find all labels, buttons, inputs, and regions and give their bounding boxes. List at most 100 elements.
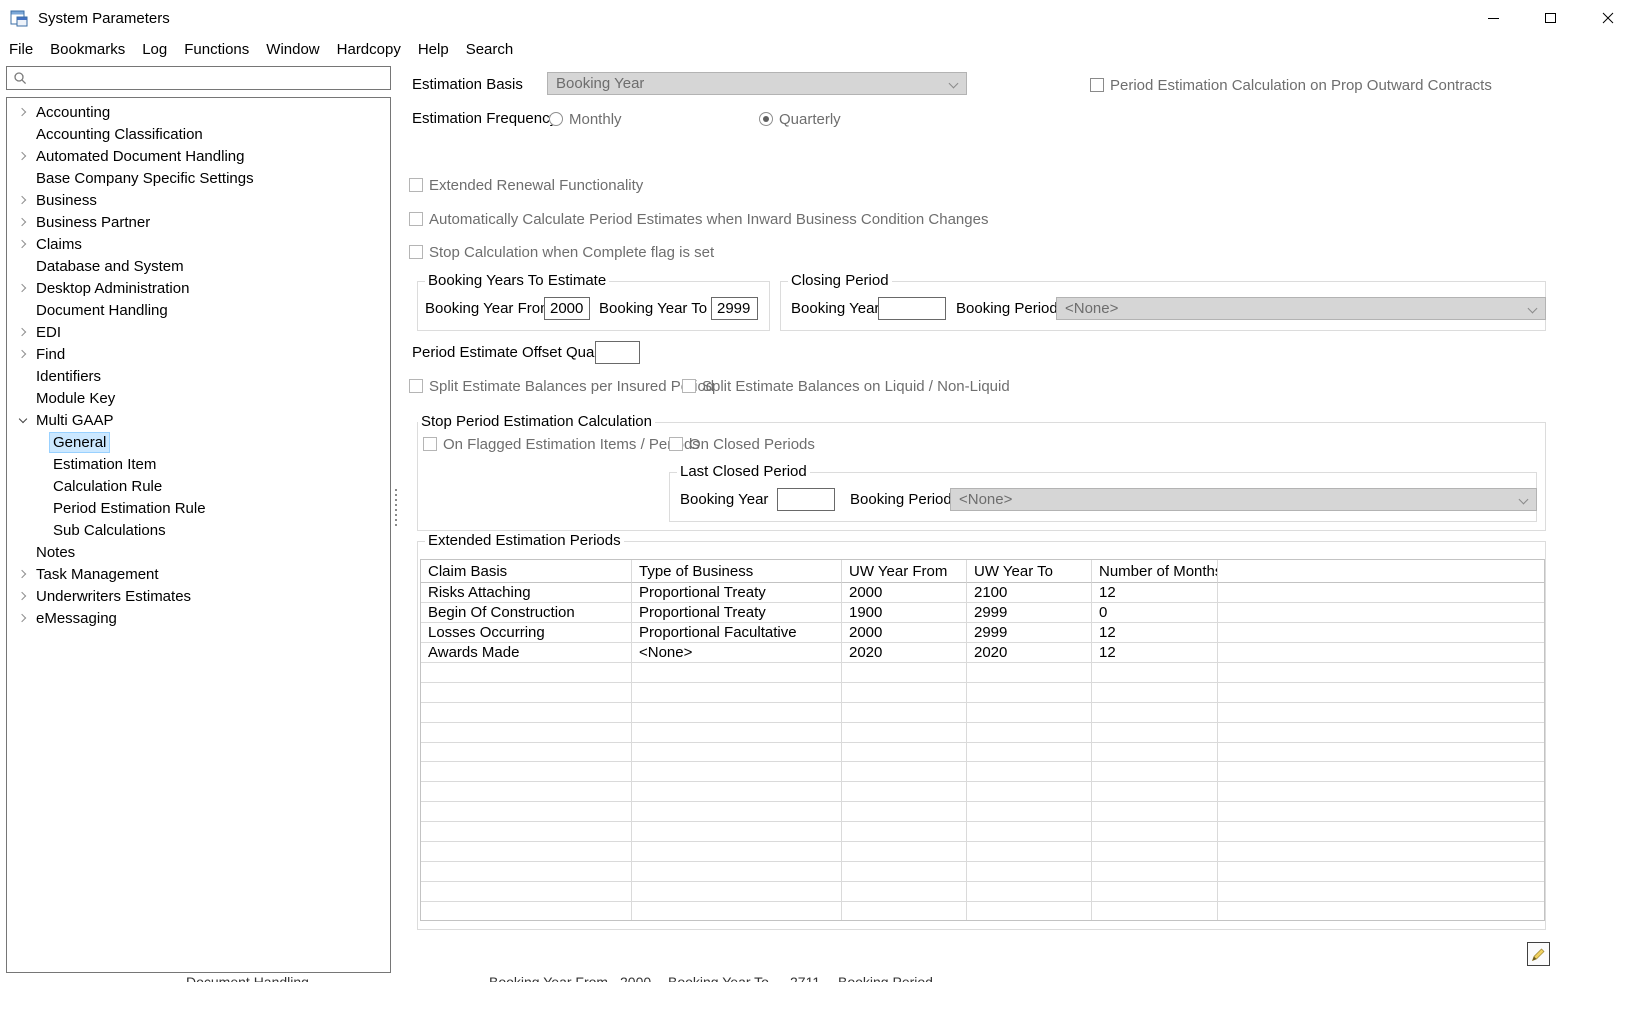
- table-cell[interactable]: [967, 822, 1092, 842]
- table-cell[interactable]: [842, 802, 967, 822]
- table-cell[interactable]: [1092, 802, 1218, 822]
- table-cell[interactable]: [1092, 842, 1218, 862]
- on-flagged-checkbox-row[interactable]: On Flagged Estimation Items / Periods: [423, 436, 700, 452]
- table-cell[interactable]: 2020: [842, 643, 967, 663]
- table-cell[interactable]: [842, 723, 967, 743]
- table-cell[interactable]: [632, 743, 842, 763]
- menu-window[interactable]: Window: [266, 41, 319, 58]
- tree-item-automated-document-handling[interactable]: Automated Document Handling: [7, 145, 390, 167]
- table-cell[interactable]: 1900: [842, 603, 967, 623]
- tree-item-notes[interactable]: Notes: [7, 541, 390, 563]
- menu-bookmarks[interactable]: Bookmarks: [50, 41, 125, 58]
- table-cell[interactable]: [1092, 663, 1218, 683]
- close-button[interactable]: [1579, 0, 1636, 36]
- table-cell[interactable]: [1092, 723, 1218, 743]
- table-cell[interactable]: [421, 683, 632, 703]
- tree-item-claims[interactable]: Claims: [7, 233, 390, 255]
- table-cell[interactable]: [842, 902, 967, 921]
- quarterly-radio[interactable]: [759, 112, 773, 126]
- table-row[interactable]: [421, 882, 1544, 902]
- table-cell[interactable]: [842, 703, 967, 723]
- table-row[interactable]: [421, 723, 1544, 743]
- table-cell[interactable]: 2020: [967, 643, 1092, 663]
- menu-functions[interactable]: Functions: [184, 41, 249, 58]
- table-row[interactable]: [421, 782, 1544, 802]
- menu-hardcopy[interactable]: Hardcopy: [337, 41, 401, 58]
- table-cell[interactable]: [842, 862, 967, 882]
- tree-item-edi[interactable]: EDI: [7, 321, 390, 343]
- table-cell[interactable]: [967, 802, 1092, 822]
- table-row[interactable]: [421, 683, 1544, 703]
- monthly-radio-row[interactable]: Monthly: [549, 111, 622, 127]
- table-cell[interactable]: [1218, 663, 1544, 683]
- split-insured-checkbox[interactable]: [409, 379, 423, 393]
- table-cell[interactable]: [1092, 703, 1218, 723]
- stop-calculation-checkbox[interactable]: [409, 245, 423, 259]
- chevron-right-icon[interactable]: [15, 588, 31, 604]
- menu-help[interactable]: Help: [418, 41, 449, 58]
- monthly-radio[interactable]: [549, 112, 563, 126]
- table-cell[interactable]: Risks Attaching: [421, 583, 632, 603]
- table-cell[interactable]: [632, 762, 842, 782]
- table-row[interactable]: Losses OccurringProportional Facultative…: [421, 623, 1544, 643]
- table-row[interactable]: [421, 703, 1544, 723]
- chevron-right-icon[interactable]: [15, 192, 31, 208]
- table-cell[interactable]: 2100: [967, 583, 1092, 603]
- table-cell[interactable]: Proportional Treaty: [632, 603, 842, 623]
- splitter-handle[interactable]: [392, 489, 399, 526]
- auto-calculate-checkbox-row[interactable]: Automatically Calculate Period Estimates…: [409, 211, 988, 227]
- auto-calculate-checkbox[interactable]: [409, 212, 423, 226]
- table-cell[interactable]: 12: [1092, 643, 1218, 663]
- tree-item-base-company-specific-settings[interactable]: Base Company Specific Settings: [7, 167, 390, 189]
- table-cell[interactable]: [967, 703, 1092, 723]
- chevron-right-icon[interactable]: [15, 324, 31, 340]
- table-cell[interactable]: [632, 842, 842, 862]
- table-cell[interactable]: [1218, 862, 1544, 882]
- table-cell[interactable]: [421, 882, 632, 902]
- table-cell[interactable]: [842, 782, 967, 802]
- chevron-right-icon[interactable]: [15, 280, 31, 296]
- table-cell[interactable]: [421, 862, 632, 882]
- tree-item-module-key[interactable]: Module Key: [7, 387, 390, 409]
- table-cell[interactable]: [1218, 902, 1544, 921]
- table-cell[interactable]: [1092, 782, 1218, 802]
- last-closed-booking-year-input[interactable]: [777, 488, 835, 511]
- table-row[interactable]: [421, 862, 1544, 882]
- table-cell[interactable]: [1218, 723, 1544, 743]
- table-cell[interactable]: [842, 743, 967, 763]
- table-cell[interactable]: [632, 663, 842, 683]
- booking-year-to-input[interactable]: [711, 297, 758, 320]
- chevron-right-icon[interactable]: [15, 346, 31, 362]
- table-cell[interactable]: [632, 862, 842, 882]
- chevron-right-icon[interactable]: [15, 214, 31, 230]
- table-cell[interactable]: [1218, 683, 1544, 703]
- table-cell[interactable]: [421, 743, 632, 763]
- split-liquid-checkbox-row[interactable]: Split Estimate Balances on Liquid / Non-…: [682, 378, 1010, 394]
- tree-item-calculation-rule[interactable]: Calculation Rule: [7, 475, 390, 497]
- tree-item-accounting[interactable]: Accounting: [7, 101, 390, 123]
- chevron-right-icon[interactable]: [15, 148, 31, 164]
- table-cell[interactable]: [842, 683, 967, 703]
- chevron-right-icon[interactable]: [15, 566, 31, 582]
- tree-item-document-handling[interactable]: Document Handling: [7, 299, 390, 321]
- edit-button[interactable]: [1527, 942, 1550, 966]
- chevron-right-icon[interactable]: [15, 610, 31, 626]
- table-cell[interactable]: [842, 762, 967, 782]
- table-cell[interactable]: [1218, 762, 1544, 782]
- table-cell[interactable]: [1218, 703, 1544, 723]
- table-cell[interactable]: [1218, 623, 1544, 643]
- menu-file[interactable]: File: [9, 41, 33, 58]
- chevron-right-icon[interactable]: [15, 104, 31, 120]
- table-cell[interactable]: [421, 902, 632, 921]
- table-row[interactable]: Begin Of ConstructionProportional Treaty…: [421, 603, 1544, 623]
- table-cell[interactable]: [421, 703, 632, 723]
- table-cell[interactable]: <None>: [632, 643, 842, 663]
- table-row[interactable]: Risks AttachingProportional Treaty200021…: [421, 583, 1544, 603]
- table-cell[interactable]: [1092, 762, 1218, 782]
- table-row[interactable]: [421, 822, 1544, 842]
- table-cell[interactable]: Losses Occurring: [421, 623, 632, 643]
- tree-item-database-and-system[interactable]: Database and System: [7, 255, 390, 277]
- table-cell[interactable]: [967, 762, 1092, 782]
- menu-search[interactable]: Search: [466, 41, 514, 58]
- table-row[interactable]: [421, 762, 1544, 782]
